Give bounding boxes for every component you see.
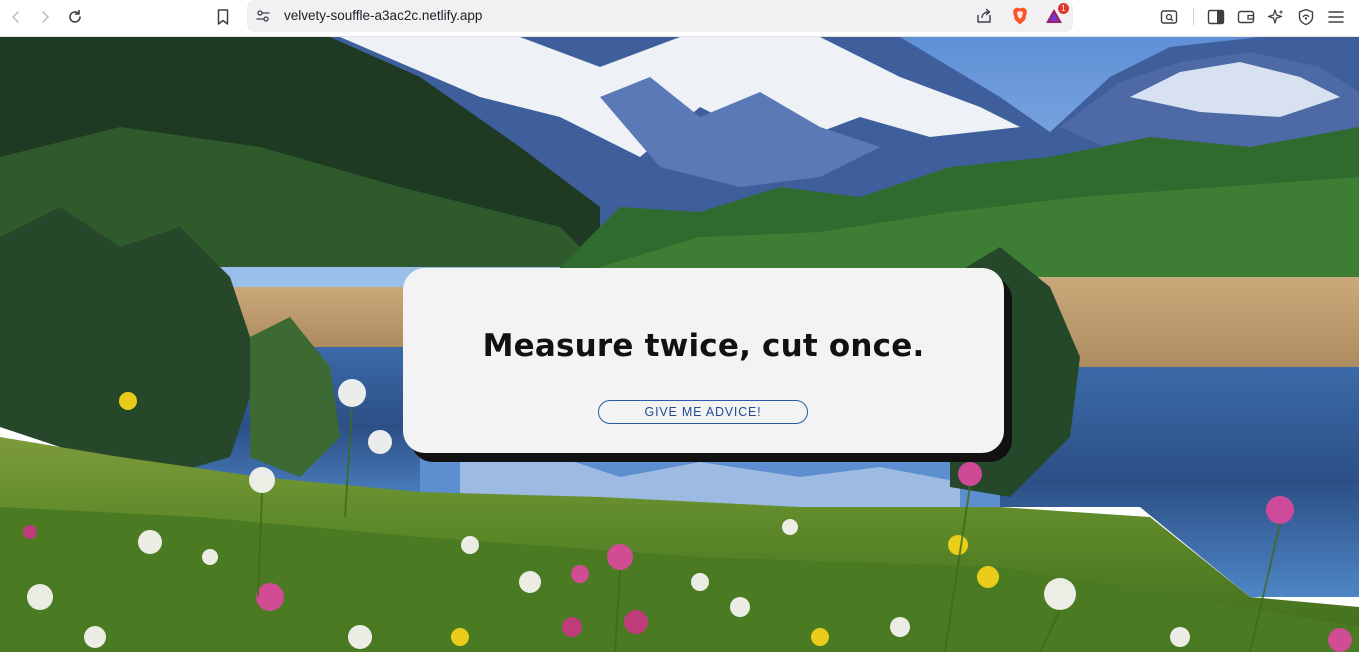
address-bar[interactable]: velvety-souffle-a3ac2c.netlify.app 1 xyxy=(247,0,1073,32)
leo-ai-icon[interactable] xyxy=(1264,5,1288,29)
forward-icon[interactable] xyxy=(32,5,58,29)
sidebar-icon[interactable] xyxy=(1204,5,1228,29)
back-icon[interactable] xyxy=(3,5,29,29)
site-settings-icon[interactable] xyxy=(250,4,276,28)
toolbar-divider xyxy=(1193,8,1194,25)
bookmark-icon[interactable] xyxy=(210,5,236,29)
advice-card: Measure twice, cut once. GIVE ME ADVICE! xyxy=(403,268,1004,453)
brave-rewards-icon[interactable]: 1 xyxy=(1042,3,1069,28)
vpn-icon[interactable] xyxy=(1294,5,1318,29)
browser-toolbar: velvety-souffle-a3ac2c.netlify.app 1 xyxy=(0,0,1359,37)
reload-icon[interactable] xyxy=(62,5,88,29)
search-tabs-icon[interactable] xyxy=(1157,5,1181,29)
brave-shields-icon[interactable] xyxy=(1008,4,1032,28)
advice-quote: Measure twice, cut once. xyxy=(482,328,925,364)
page-viewport: Measure twice, cut once. GIVE ME ADVICE! xyxy=(0,37,1359,652)
share-icon[interactable] xyxy=(972,4,996,28)
notification-badge: 1 xyxy=(1058,3,1069,14)
wallet-icon[interactable] xyxy=(1234,5,1258,29)
menu-icon[interactable] xyxy=(1324,5,1348,29)
give-me-advice-button[interactable]: GIVE ME ADVICE! xyxy=(598,400,808,424)
url-text[interactable]: velvety-souffle-a3ac2c.netlify.app xyxy=(284,8,482,23)
